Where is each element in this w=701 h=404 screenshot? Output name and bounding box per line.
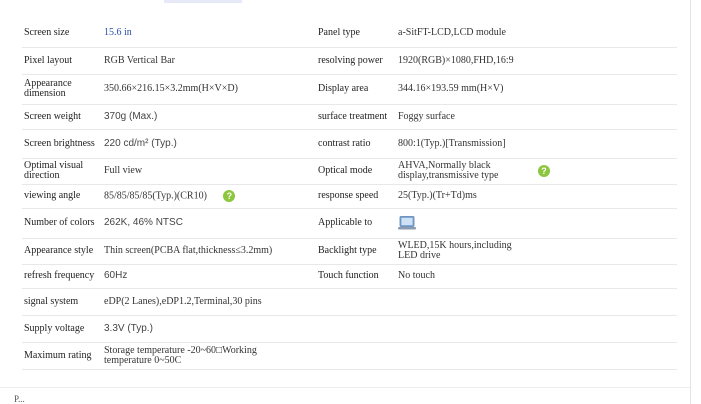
spec-value: a-SitFT-LCD,LCD module [396,20,677,48]
spec-label: Pixel layout [22,47,102,75]
spec-label: Panel type [316,20,396,48]
spec-value: 262K, 46% NTSC [102,208,316,239]
spec-label: Backlight type [316,238,396,265]
table-row: Appearance style Thin screen(PCBA flat,t… [22,238,677,265]
spec-value: AHVA,Normally black display,transmissive… [398,160,499,181]
table-row: Number of colors 262K, 46% NTSC Applicab… [22,208,677,239]
spec-value: 60Hz [102,264,316,289]
spec-label: Appearance style [22,238,102,265]
spec-value: Storage temperature -20~60□Working tempe… [104,344,257,366]
spec-value: 85/85/85/85(Typ.)(CR10) [104,190,207,202]
spec-label: Maximum rating [22,342,102,370]
spec-label: Optical mode [316,158,396,185]
spec-label: viewing angle [22,184,102,209]
spec-value: Foggy surface [396,104,677,130]
spec-label: refresh frequency [22,264,102,289]
spec-value: 1920(RGB)×1080,FHD,16:9 [396,47,677,75]
spec-value: WLED,15K hours,including LED drive [398,240,512,261]
spec-value: Thin screen(PCBA flat,thickness≤3.2mm) [102,238,316,265]
spec-value: eDP(2 Lanes),eDP1.2,Terminal,30 pins [102,288,677,316]
spec-value-cell: WLED,15K hours,including LED drive [396,238,677,265]
spec-label: contrast ratio [316,129,396,159]
spec-value: 15.6 in [102,20,316,48]
laptop-thumbnail-icon[interactable] [398,216,416,230]
help-icon[interactable]: ? [223,190,236,202]
spec-value: 25(Typ.)(Tr+Td)ms [396,184,677,209]
divider [0,387,690,388]
spec-label: Optimal visual direction [22,158,102,185]
table-row: Screen weight 370g (Max.) surface treatm… [22,104,677,130]
spec-label: signal system [22,288,102,316]
table-row: Screen brightness 220 cd/m² (Typ.) contr… [22,129,677,159]
spec-value: 344.16×193.59 mm(H×V) [396,74,677,105]
table-row: signal system eDP(2 Lanes),eDP1.2,Termin… [22,288,677,316]
spec-label: resolving power [316,47,396,75]
footer-text: P... [14,394,25,404]
spec-value: RGB Vertical Bar [102,47,316,75]
spec-value-cell: AHVA,Normally black display,transmissive… [396,158,677,185]
spec-value: 3.3V (Typ.) [102,315,677,343]
spec-label: response speed [316,184,396,209]
spec-value: 350.66×216.15×3.2mm(H×V×D) [102,74,316,105]
spec-value-cell: 85/85/85/85(Typ.)(CR10) ? [102,184,316,209]
table-row: Optimal visual direction Full view Optic… [22,158,677,185]
spec-label: Touch function [316,264,396,289]
spec-label: Appearance dimension [22,74,102,105]
spec-value: No touch [396,264,677,289]
spec-label: Screen brightness [22,129,102,159]
table-row: viewing angle 85/85/85/85(Typ.)(CR10) ? … [22,184,677,209]
table-row: Appearance dimension 350.66×216.15×3.2mm… [22,74,677,105]
spec-value: 800:1(Typ.)[Transmission] [396,129,677,159]
spec-value: 220 cd/m² (Typ.) [102,129,316,159]
table-row: Screen size 15.6 in Panel type a-SitFT-L… [22,20,677,48]
spec-label: Supply voltage [22,315,102,343]
page-frame-edge [690,0,691,404]
spec-label: Screen size [22,20,102,48]
spec-value-cell [396,208,677,239]
spec-label: Applicable to [316,208,396,239]
spec-label: surface treatment [316,104,396,130]
spec-label: Display area [316,74,396,105]
spec-label: Number of colors [22,208,102,239]
table-row: refresh frequency 60Hz Touch function No… [22,264,677,289]
help-icon[interactable]: ? [538,165,550,177]
table-row: Maximum rating Storage temperature -20~6… [22,342,677,370]
table-row: Pixel layout RGB Vertical Bar resolving … [22,47,677,75]
spec-value: 370g (Max.) [102,104,316,130]
top-tab-indicator [164,0,242,3]
spec-value: Full view [102,158,316,185]
spec-table: Screen size 15.6 in Panel type a-SitFT-L… [22,20,677,370]
table-row: Supply voltage 3.3V (Typ.) [22,315,677,343]
spec-value-cell: Storage temperature -20~60□Working tempe… [102,342,677,370]
spec-label: Screen weight [22,104,102,130]
